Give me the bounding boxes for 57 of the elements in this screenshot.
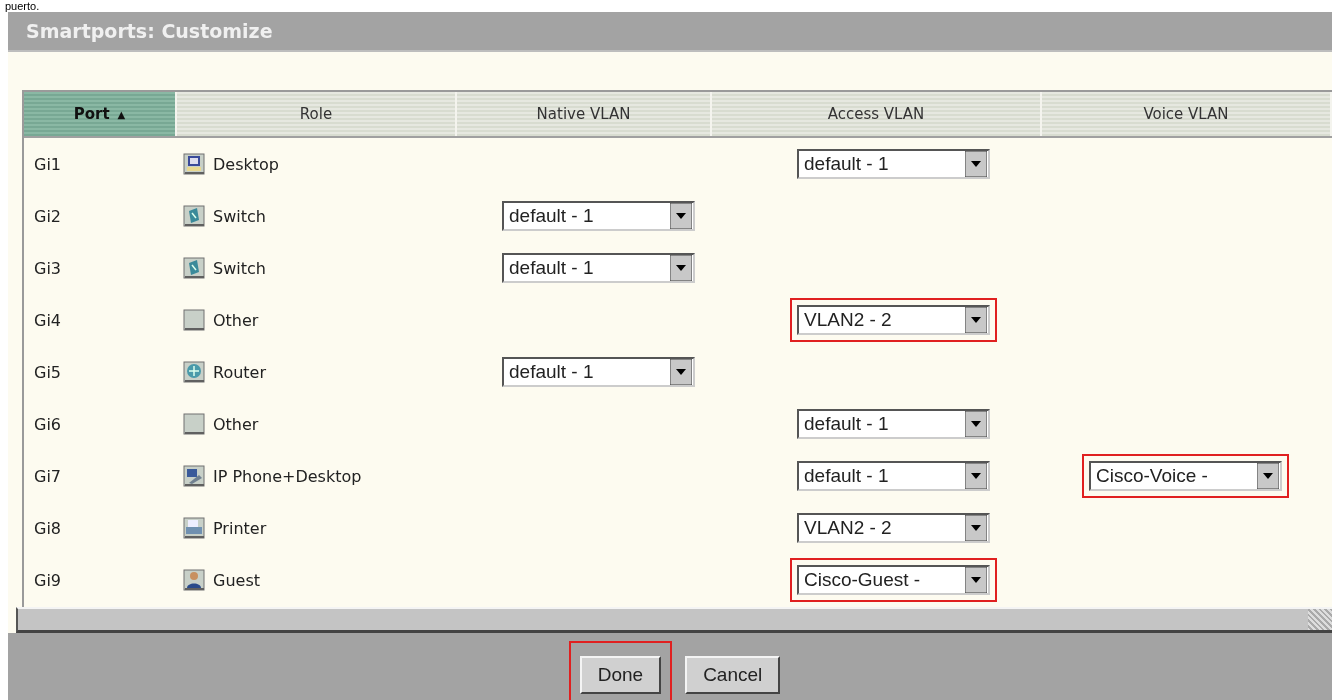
printer-icon	[183, 517, 205, 539]
phone-icon	[183, 465, 205, 487]
vlan-dropdown[interactable]: Cisco-Guest -	[797, 565, 990, 595]
blank-tile-icon	[183, 413, 205, 435]
vlan-dropdown[interactable]: Cisco-Voice -	[1089, 461, 1282, 491]
dropdown-arrow-icon[interactable]	[1257, 463, 1279, 489]
column-header[interactable]: Voice VLAN	[1042, 92, 1332, 136]
blank-tile-icon	[183, 309, 205, 331]
port-label: Gi1	[34, 154, 62, 174]
window-title: Smartports: Customize	[26, 20, 273, 42]
role-label: Desktop	[213, 154, 279, 174]
port-label: Gi3	[34, 258, 62, 278]
port-label: Gi5	[34, 362, 62, 382]
dropdown-arrow-icon[interactable]	[670, 255, 692, 281]
switch-icon	[183, 205, 205, 227]
vlan-dropdown[interactable]: default - 1	[502, 253, 695, 283]
column-header[interactable]: Access VLAN	[712, 92, 1042, 136]
role-label: Guest	[213, 570, 260, 590]
dropdown-arrow-icon[interactable]	[670, 359, 692, 385]
vlan-dropdown[interactable]: default - 1	[797, 409, 990, 439]
switch-icon	[183, 257, 205, 279]
port-label: Gi6	[34, 414, 62, 434]
role-label: Other	[213, 310, 259, 330]
port-label: Gi9	[34, 570, 62, 590]
role-label: Other	[213, 414, 259, 434]
router-icon	[183, 361, 205, 383]
vlan-dropdown[interactable]: default - 1	[797, 149, 990, 179]
computer-icon	[183, 153, 205, 175]
dropdown-arrow-icon[interactable]	[965, 151, 987, 177]
vlan-dropdown[interactable]: VLAN2 - 2	[797, 305, 990, 335]
column-header[interactable]: Port ▲	[24, 92, 177, 136]
vlan-dropdown[interactable]: VLAN2 - 2	[797, 513, 990, 543]
dropdown-arrow-icon[interactable]	[965, 307, 987, 333]
role-label: Printer	[213, 518, 267, 538]
role-label: Switch	[213, 258, 266, 278]
port-label: Gi8	[34, 518, 62, 538]
dialog-button[interactable]: Done	[579, 656, 662, 694]
role-label: Router	[213, 362, 267, 382]
column-header[interactable]: Native VLAN	[457, 92, 712, 136]
dropdown-arrow-icon[interactable]	[965, 463, 987, 489]
role-label: Switch	[213, 206, 266, 226]
vlan-dropdown[interactable]: default - 1	[797, 461, 990, 491]
column-header[interactable]: Role	[177, 92, 457, 136]
dropdown-arrow-icon[interactable]	[670, 203, 692, 229]
caption-text: puerto.	[5, 0, 40, 12]
horizontal-scrollbar[interactable]	[16, 607, 1332, 633]
vlan-dropdown[interactable]: default - 1	[502, 357, 695, 387]
role-label: IP Phone+Desktop	[213, 466, 362, 486]
dropdown-arrow-icon[interactable]	[965, 567, 987, 593]
port-label: Gi7	[34, 466, 62, 486]
dialog-button[interactable]: Cancel	[685, 656, 781, 694]
person-icon	[183, 569, 205, 591]
dropdown-arrow-icon[interactable]	[965, 515, 987, 541]
port-label: Gi2	[34, 206, 62, 226]
port-label: Gi4	[34, 310, 62, 330]
vlan-dropdown[interactable]: default - 1	[502, 201, 695, 231]
dropdown-arrow-icon[interactable]	[965, 411, 987, 437]
